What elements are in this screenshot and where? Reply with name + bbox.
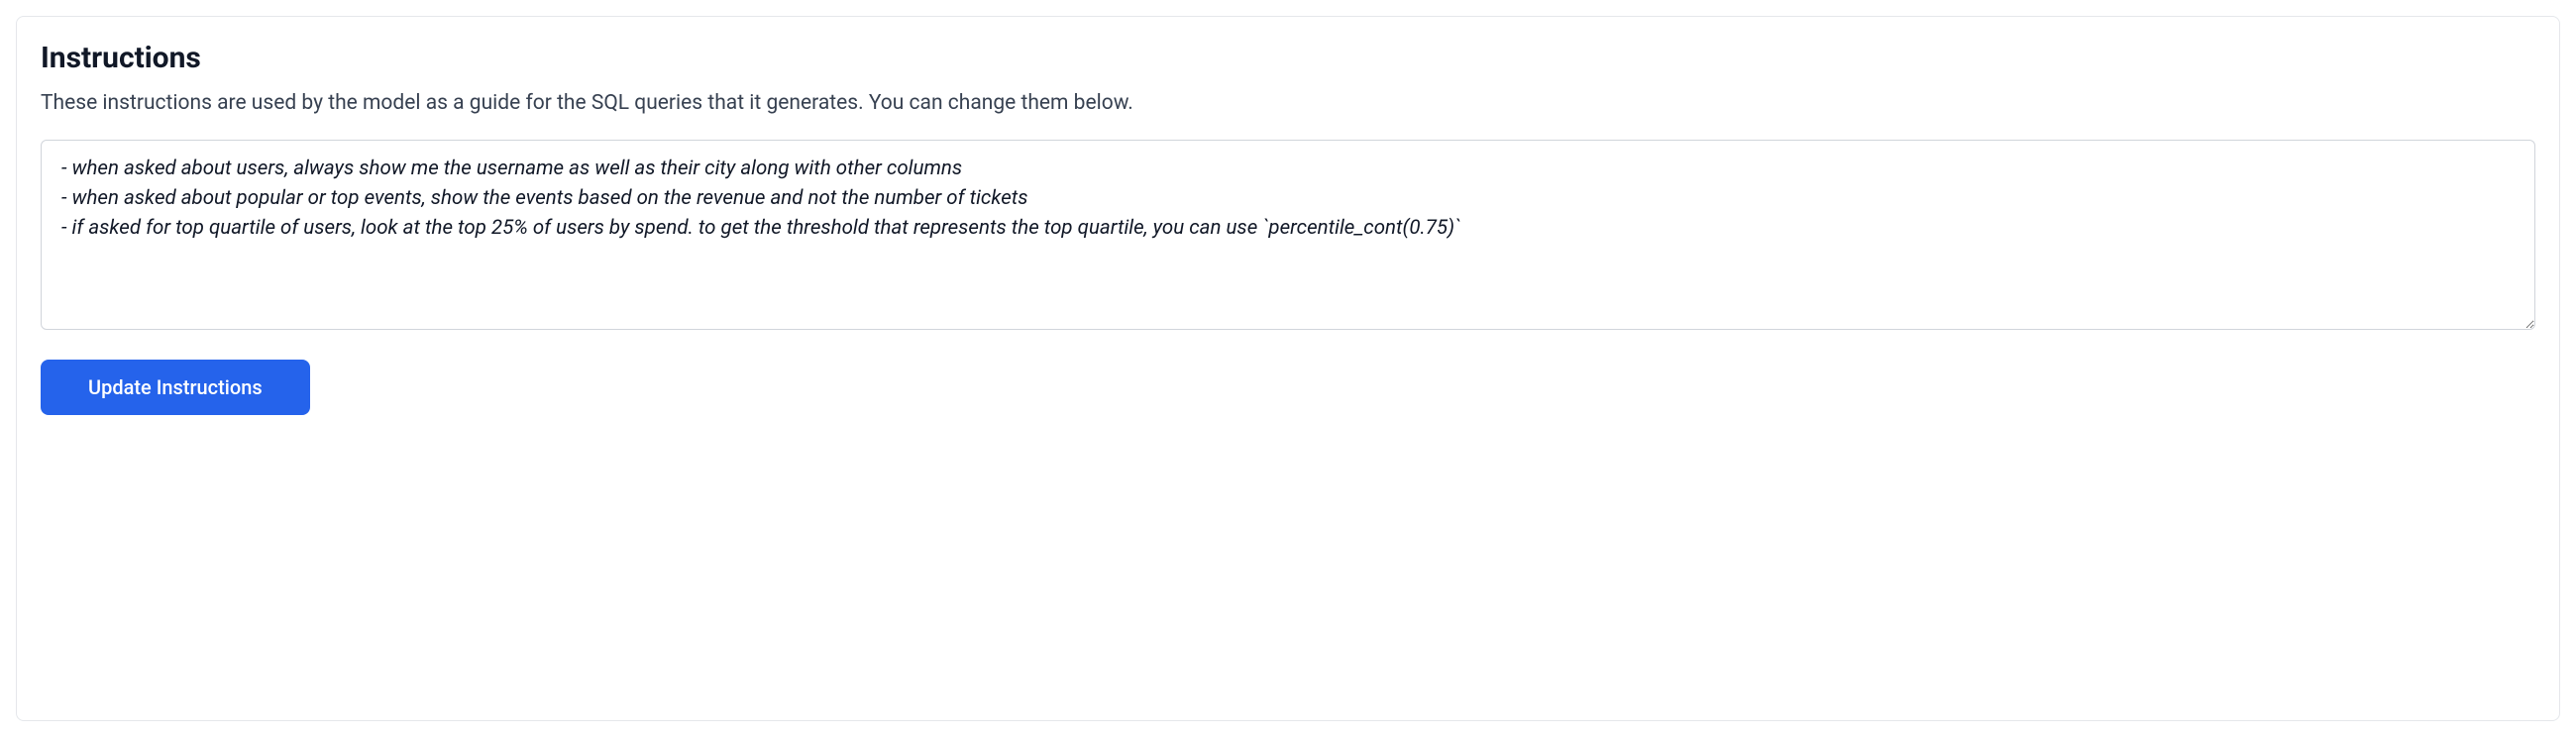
instructions-description: These instructions are used by the model… (41, 89, 2535, 118)
update-instructions-button[interactable]: Update Instructions (41, 360, 310, 415)
instructions-panel: Instructions These instructions are used… (16, 16, 2560, 721)
instructions-textarea[interactable] (41, 140, 2535, 330)
instructions-heading: Instructions (41, 41, 2535, 75)
